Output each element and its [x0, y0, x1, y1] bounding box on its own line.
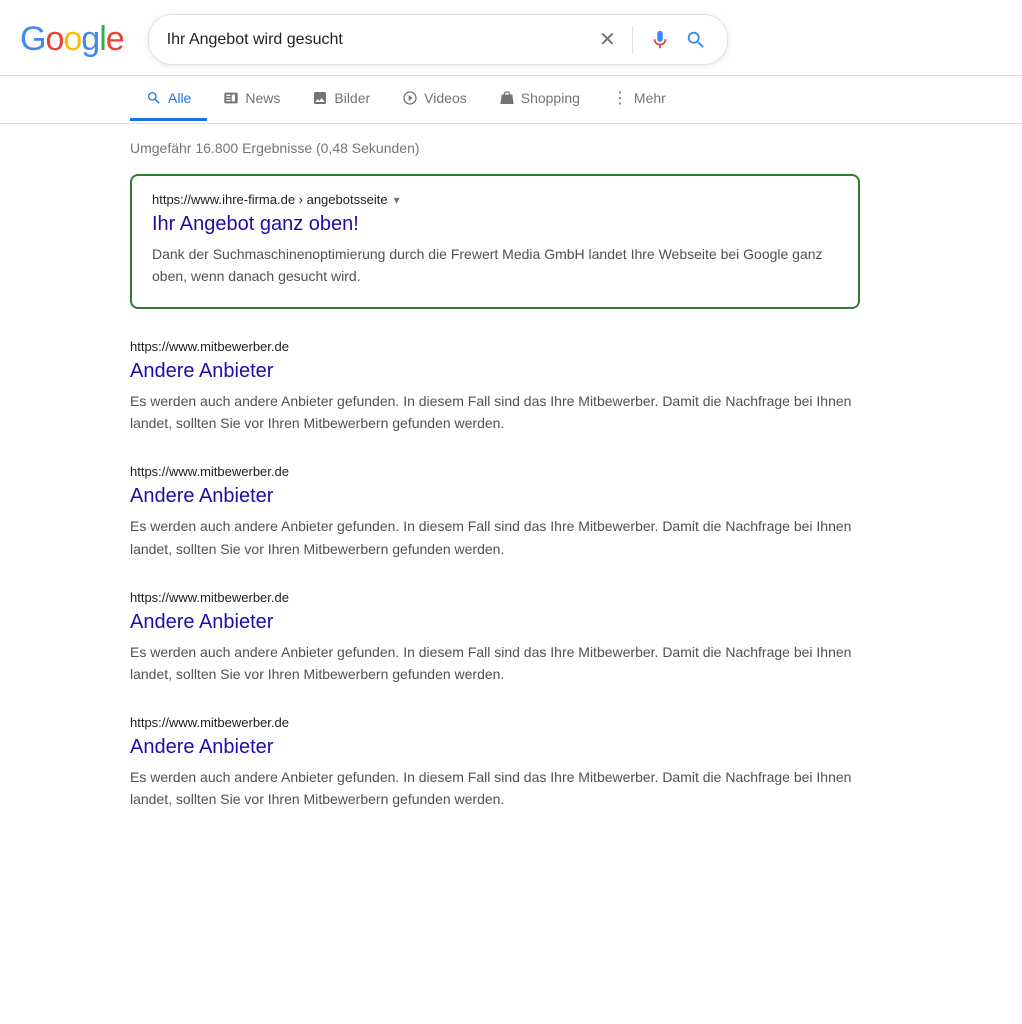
result-title-1[interactable]: Andere Anbieter — [130, 358, 860, 384]
main-content: Umgefähr 16.800 Ergebnisse (0,48 Sekunde… — [0, 124, 860, 856]
news-tab-icon — [223, 90, 239, 106]
tab-shopping[interactable]: Shopping — [483, 78, 596, 121]
result-description-2: Es werden auch andere Anbieter gefunden.… — [130, 515, 860, 559]
shopping-tab-icon — [499, 90, 515, 106]
tab-bilder[interactable]: Bilder — [296, 78, 386, 121]
tab-mehr-label: Mehr — [634, 90, 666, 106]
result-title-2[interactable]: Andere Anbieter — [130, 483, 860, 509]
search-bar: ✕ — [148, 14, 728, 65]
search-icon — [685, 29, 707, 51]
logo-letter-g2: g — [81, 20, 99, 59]
tab-news-label: News — [245, 90, 280, 106]
header: Google ✕ — [0, 0, 1022, 76]
nav-tabs: Alle News Bilder Videos Shop — [0, 76, 1022, 124]
tab-bilder-label: Bilder — [334, 90, 370, 106]
result-url-row-3: https://www.mitbewerber.de — [130, 590, 860, 605]
logo-letter-e: e — [106, 20, 124, 59]
mic-icon — [649, 29, 671, 51]
logo-letter-o2: o — [63, 20, 81, 59]
voice-search-button[interactable] — [647, 27, 673, 53]
featured-url: https://www.ihre-firma.de › angebotsseit… — [152, 192, 388, 207]
result-url-row-4: https://www.mitbewerber.de — [130, 715, 860, 730]
result-item-competitor2: https://www.mitbewerber.de Andere Anbiet… — [130, 464, 860, 559]
result-url-row-1: https://www.mitbewerber.de — [130, 339, 860, 354]
result-url-3: https://www.mitbewerber.de — [130, 590, 289, 605]
google-logo: Google — [20, 20, 124, 59]
logo-letter-o1: o — [45, 20, 63, 59]
featured-result: https://www.ihre-firma.de › angebotsseit… — [130, 174, 860, 309]
search-divider — [632, 26, 633, 54]
logo-letter-g: G — [20, 20, 45, 59]
result-item-competitor1: https://www.mitbewerber.de Andere Anbiet… — [130, 339, 860, 434]
clear-button[interactable]: ✕ — [597, 25, 618, 54]
search-submit-button[interactable] — [683, 27, 709, 53]
result-title-4[interactable]: Andere Anbieter — [130, 734, 860, 760]
result-url-1: https://www.mitbewerber.de — [130, 339, 289, 354]
tab-shopping-label: Shopping — [521, 90, 580, 106]
videos-tab-icon — [402, 90, 418, 106]
results-info: Umgefähr 16.800 Ergebnisse (0,48 Sekunde… — [130, 140, 860, 156]
tab-videos-label: Videos — [424, 90, 467, 106]
result-description-1: Es werden auch andere Anbieter gefunden.… — [130, 390, 860, 434]
mehr-tab-icon: ⋮ — [612, 88, 628, 108]
featured-url-row: https://www.ihre-firma.de › angebotsseit… — [152, 192, 838, 207]
bilder-tab-icon — [312, 90, 328, 106]
search-tab-icon — [146, 90, 162, 106]
result-item-competitor3: https://www.mitbewerber.de Andere Anbiet… — [130, 590, 860, 685]
search-bar-icons: ✕ — [597, 25, 709, 54]
tab-mehr[interactable]: ⋮ Mehr — [596, 76, 682, 123]
result-title-3[interactable]: Andere Anbieter — [130, 609, 860, 635]
result-description-4: Es werden auch andere Anbieter gefunden.… — [130, 766, 860, 810]
tab-videos[interactable]: Videos — [386, 78, 483, 121]
tab-news[interactable]: News — [207, 78, 296, 121]
result-url-row-2: https://www.mitbewerber.de — [130, 464, 860, 479]
result-description-3: Es werden auch andere Anbieter gefunden.… — [130, 641, 860, 685]
search-input[interactable] — [167, 31, 587, 49]
result-item-competitor4: https://www.mitbewerber.de Andere Anbiet… — [130, 715, 860, 810]
result-url-2: https://www.mitbewerber.de — [130, 464, 289, 479]
tab-alle[interactable]: Alle — [130, 78, 207, 121]
featured-result-description: Dank der Suchmaschinenoptimierung durch … — [152, 243, 838, 287]
result-url-4: https://www.mitbewerber.de — [130, 715, 289, 730]
tab-alle-label: Alle — [168, 90, 191, 106]
featured-result-title[interactable]: Ihr Angebot ganz oben! — [152, 211, 838, 237]
featured-url-chevron: ▾ — [394, 193, 400, 207]
